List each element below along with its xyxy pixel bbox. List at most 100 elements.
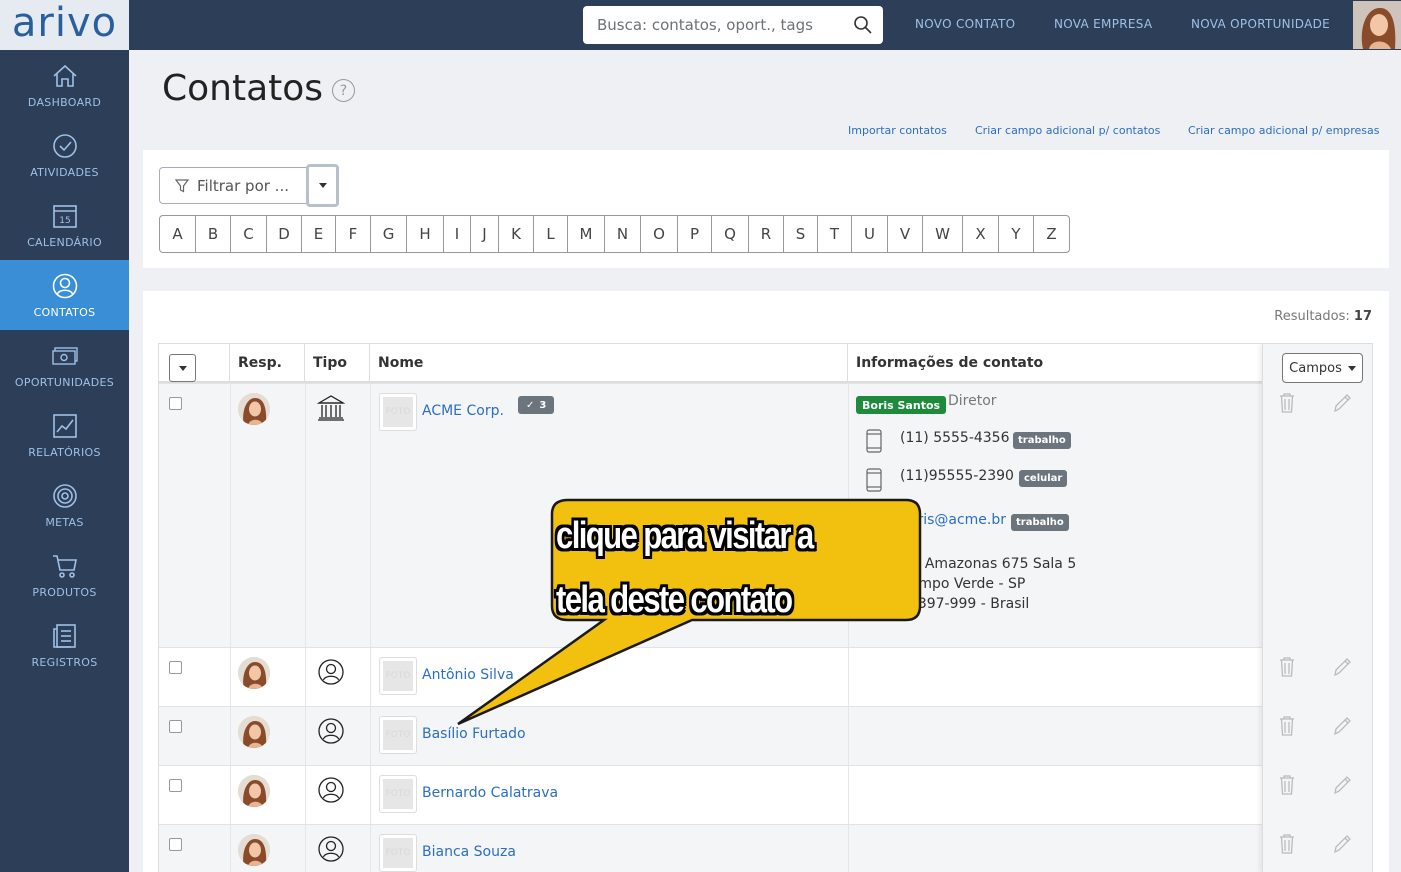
records-icon [52,623,76,648]
pencil-icon[interactable] [1332,833,1352,855]
letter-filter-p[interactable]: P [677,215,712,253]
phone-number[interactable]: (11)95555-2390 [900,468,1014,484]
letter-filter-c[interactable]: C [230,215,267,253]
phone-tag: trabalho [1013,432,1071,449]
letter-filter-z[interactable]: Z [1033,215,1070,253]
trash-icon[interactable] [1277,833,1297,855]
phone-icon [866,429,882,453]
row-checkbox[interactable] [169,838,182,851]
letter-filter-n[interactable]: N [604,215,641,253]
header-info: Informações de contato [856,354,1044,371]
filter-button[interactable]: Filtrar por ... [159,167,308,204]
phone-tag: celular [1019,470,1068,487]
letter-filter-b[interactable]: B [195,215,231,253]
nav-relatorios[interactable]: RELATÓRIOS [0,400,129,470]
page-title: Contatos [162,68,324,109]
letter-filter-l[interactable]: L [533,215,568,253]
letter-filter-x[interactable]: X [962,215,999,253]
row-checkbox[interactable] [169,661,182,674]
letter-filter-w[interactable]: W [922,215,963,253]
email-tag: trabalho [1011,514,1069,531]
new-opportunity-link[interactable]: NOVA OPORTUNIDADE [1191,17,1330,31]
nav-atividades[interactable]: ATIVIDADES [0,120,129,190]
header-nome[interactable]: Nome [370,344,848,381]
trash-icon[interactable] [1277,715,1297,737]
letter-filter-o[interactable]: O [640,215,678,253]
avatar [238,393,270,425]
row-checkbox[interactable] [169,720,182,733]
search-box[interactable] [583,6,883,44]
create-company-field-link[interactable]: Criar campo adicional p/ empresas [1188,124,1380,137]
person-icon [318,718,344,744]
letter-filter-t[interactable]: T [817,215,852,253]
check-icon: ✓ [526,399,535,411]
trash-icon[interactable] [1277,774,1297,796]
search-input[interactable] [597,16,853,34]
contact-photo: FOTO [379,716,417,754]
letter-filter-y[interactable]: Y [998,215,1034,253]
address-line: Av. Amazonas 675 Sala 5 [900,556,1077,572]
letter-filter-s[interactable]: S [783,215,818,253]
chevron-down-icon [1347,365,1356,371]
count-badge[interactable]: ✓ 3 [518,396,555,414]
letter-filter-h[interactable]: H [406,215,444,253]
search-icon[interactable] [853,15,873,35]
create-contact-field-link[interactable]: Criar campo adicional p/ contatos [975,124,1160,137]
row-checkbox[interactable] [169,779,182,792]
header-tipo[interactable]: Tipo [305,344,370,381]
pencil-icon[interactable] [1332,656,1352,678]
nav-oportunidades[interactable]: OPORTUNIDADES [0,330,129,400]
top-bar: NOVO CONTATO NOVA EMPRESA NOVA OPORTUNID… [129,0,1401,50]
money-icon [51,346,78,365]
pencil-icon[interactable] [1332,715,1352,737]
nav-dashboard[interactable]: DASHBOARD [0,50,129,120]
letter-filter-e[interactable]: E [301,215,336,253]
letter-filter-i[interactable]: I [443,215,471,253]
row-checkbox[interactable] [169,397,182,410]
phone-number[interactable]: (11) 5555-4356 [900,430,1010,446]
person-icon [318,777,344,803]
pencil-icon[interactable] [1332,774,1352,796]
header-resp[interactable]: Resp. [230,344,305,381]
contact-person-badge[interactable]: Boris Santos [856,396,947,414]
letter-filter-v[interactable]: V [887,215,923,253]
letter-filter-m[interactable]: M [567,215,605,253]
letter-filter-a[interactable]: A [159,215,196,253]
help-icon[interactable]: ? [332,79,355,102]
filter-icon [175,178,189,192]
new-company-link[interactable]: NOVA EMPRESA [1054,17,1152,31]
trash-icon[interactable] [1277,392,1297,414]
letter-filter-d[interactable]: D [266,215,302,253]
nav-contatos[interactable]: CONTATOS [0,260,129,330]
calendar-icon: 15 [52,204,77,228]
table-row: FOTO Bernardo Calatrava [159,765,1372,824]
contact-name-link[interactable]: Bernardo Calatrava [422,785,558,801]
nav-produtos[interactable]: PRODUTOS [0,540,129,610]
contact-name-link[interactable]: Basílio Furtado [422,726,526,742]
trash-icon[interactable] [1277,656,1297,678]
user-avatar[interactable] [1353,1,1401,49]
table-row: FOTO Antônio Silva [159,647,1372,706]
letter-filter-f[interactable]: F [335,215,371,253]
nav-registros[interactable]: REGISTROS [0,610,129,680]
home-icon [52,64,77,87]
letter-filter-q[interactable]: Q [711,215,749,253]
letter-filter-r[interactable]: R [748,215,784,253]
app-logo[interactable]: arivo [0,0,129,50]
nav-calendario[interactable]: 15 CALENDÁRIO [0,190,129,260]
email-link[interactable]: boris@acme.br [900,512,1006,528]
nav-metas[interactable]: METAS [0,470,129,540]
contact-name-link[interactable]: Bianca Souza [422,844,516,860]
campos-button[interactable]: Campos [1282,353,1363,383]
import-contacts-link[interactable]: Importar contatos [848,124,947,137]
bulk-select-button[interactable] [169,354,196,382]
filter-dropdown-toggle[interactable] [306,164,339,207]
new-contact-link[interactable]: NOVO CONTATO [915,17,1015,31]
letter-filter-j[interactable]: J [470,215,499,253]
contact-name-link[interactable]: Antônio Silva [422,667,514,683]
letter-filter-k[interactable]: K [498,215,534,253]
letter-filter-u[interactable]: U [851,215,888,253]
contact-name-link[interactable]: ACME Corp. [422,403,504,419]
letter-filter-g[interactable]: G [370,215,407,253]
pencil-icon[interactable] [1332,392,1352,414]
